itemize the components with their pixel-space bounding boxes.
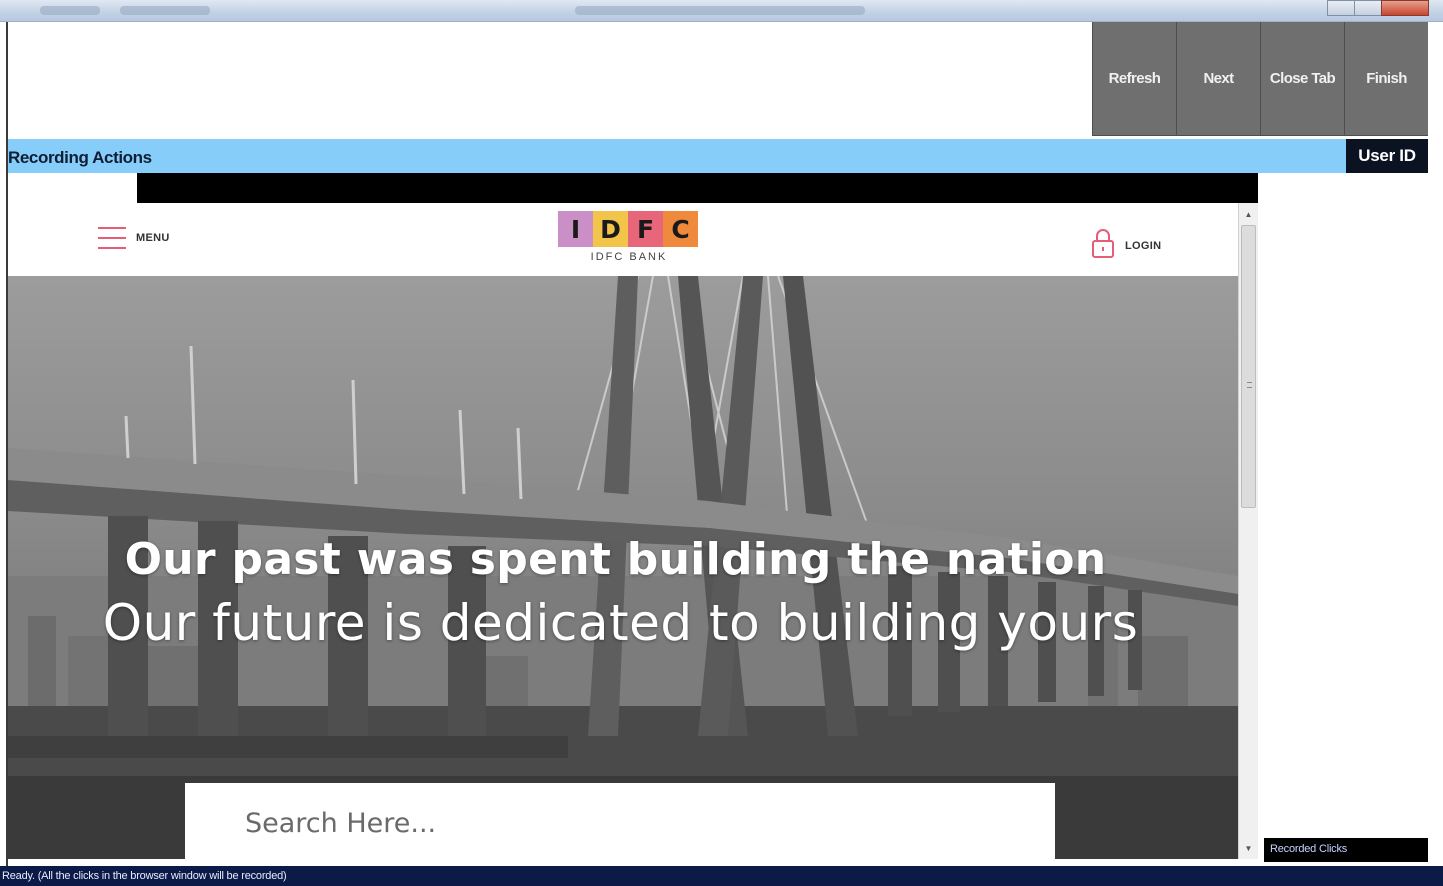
search-input[interactable] — [245, 805, 1025, 841]
lock-icon — [1091, 227, 1115, 264]
logo-letter: D — [593, 211, 628, 247]
user-id-button[interactable]: User ID — [1346, 139, 1428, 173]
finish-button[interactable]: Finish — [1344, 22, 1428, 136]
action-buttons: Refresh Next Close Tab Finish — [1092, 22, 1428, 136]
refresh-button[interactable]: Refresh — [1092, 22, 1176, 136]
logo-letter: F — [628, 211, 663, 247]
recorder-window: Refresh Next Close Tab Finish Recording … — [0, 0, 1443, 886]
login-label: LOGIN — [1125, 239, 1162, 252]
logo-letters: I D F C — [558, 211, 700, 247]
browser-header-strip — [137, 173, 1262, 203]
top-action-bar: Refresh Next Close Tab Finish — [6, 22, 1428, 137]
next-button[interactable]: Next — [1176, 22, 1260, 136]
site-header: MENU I D F C IDFC BANK LOGIN — [8, 203, 1238, 276]
recording-actions-bar: Recording Actions — [6, 139, 1346, 173]
close-window-button[interactable] — [1381, 0, 1429, 16]
title-blur — [120, 6, 210, 15]
idfc-logo[interactable]: I D F C IDFC BANK — [558, 211, 700, 269]
maximize-button[interactable] — [1354, 0, 1382, 16]
window-controls — [1327, 0, 1429, 18]
menu-button[interactable]: MENU — [98, 227, 170, 249]
menu-label: MENU — [136, 232, 170, 244]
window-title-bar — [0, 0, 1443, 22]
logo-letter: C — [663, 211, 698, 247]
close-tab-button[interactable]: Close Tab — [1260, 22, 1344, 136]
scroll-down-arrow-icon[interactable]: ▼ — [1239, 839, 1258, 857]
page-scrollbar[interactable]: ▲ ▼ — [1238, 203, 1258, 859]
search-box — [185, 783, 1055, 859]
hero-headline-primary: Our past was spent building the nation — [124, 534, 1107, 585]
login-button[interactable]: LOGIN — [1091, 227, 1161, 264]
logo-letter: I — [558, 211, 593, 247]
title-blur — [575, 6, 865, 15]
status-text: Ready. (All the clicks in the browser wi… — [2, 870, 287, 882]
scroll-up-arrow-icon[interactable]: ▲ — [1239, 205, 1258, 223]
recording-actions-label: Recording Actions — [8, 148, 152, 167]
embedded-browser-page: MENU I D F C IDFC BANK LOGIN Our past wa… — [8, 203, 1238, 859]
minimize-button[interactable] — [1327, 0, 1355, 16]
scroll-thumb[interactable] — [1241, 225, 1256, 508]
title-blur — [40, 6, 100, 15]
hero-headline-secondary: Our future is dedicated to building your… — [102, 594, 1139, 652]
recorded-clicks-label[interactable]: Recorded Clicks — [1264, 838, 1428, 862]
scroll-grip-icon — [1247, 382, 1252, 388]
hero-banner: Our past was spent building the nation O… — [8, 276, 1238, 859]
hamburger-icon — [98, 227, 126, 249]
status-bar: Ready. (All the clicks in the browser wi… — [0, 866, 1443, 886]
side-panel — [1258, 173, 1430, 867]
logo-subtitle: IDFC BANK — [590, 251, 668, 263]
